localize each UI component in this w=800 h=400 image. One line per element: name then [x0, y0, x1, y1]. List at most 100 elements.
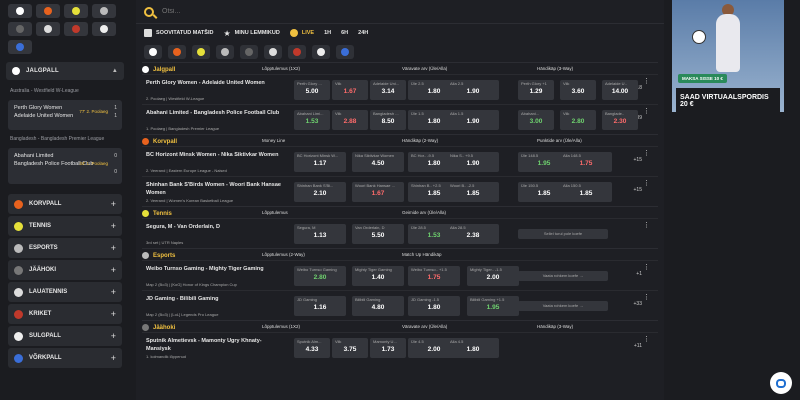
more-options-icon[interactable]: ⋮: [643, 77, 650, 85]
odds-button[interactable]: Alla 148.5 1.75: [560, 152, 612, 172]
odds-button[interactable]: Bilibili Gaming 4.80: [352, 296, 404, 316]
sidebar-item-hockey[interactable]: JÄÄHOKI +: [8, 260, 122, 280]
market-hint[interactable]: Sellel turul pole koefe: [518, 229, 608, 239]
market-hint[interactable]: Vaata rohkem koefe →: [518, 271, 608, 281]
odds-button[interactable]: Nika Siktivkar Women 4.50: [352, 152, 404, 172]
odds-button[interactable]: JD Gaming 1.16: [294, 296, 346, 316]
odds-button[interactable]: Segura, M 1.13: [294, 224, 346, 244]
event-row[interactable]: Weibo Turnso Gaming - Mighty Tiger Gamin…: [142, 260, 658, 290]
more-markets-count[interactable]: +33: [634, 301, 642, 307]
odds-button[interactable]: JD Gaming -1.5 1.80: [408, 296, 460, 316]
volleyball-icon[interactable]: [8, 40, 32, 54]
search-input[interactable]: [162, 8, 362, 15]
more-options-icon[interactable]: ⋮: [643, 149, 650, 157]
tennis-icon[interactable]: [64, 4, 88, 18]
more-markets-count[interactable]: +15: [634, 187, 642, 193]
odds-button[interactable]: Viik 3.60: [560, 80, 596, 100]
odds-button[interactable]: Alla 28.5 2.38: [447, 224, 499, 244]
odds-button[interactable]: Viik 2.80: [560, 110, 596, 130]
odds-button[interactable]: Woori B.. -2.5 1.85: [447, 182, 499, 202]
odds-button[interactable]: Sputnik Alm... 4.33: [294, 338, 330, 358]
odds-button[interactable]: BC Horizont Minsk W... 1.17: [294, 152, 346, 172]
odds-button[interactable]: Bangladesh ... 8.50: [370, 110, 406, 130]
event-title[interactable]: Perth Glory Women - Adelaide United Wome…: [146, 79, 286, 87]
more-markets-count[interactable]: +1: [636, 271, 642, 277]
tab-badminton[interactable]: [312, 45, 330, 59]
tab-cricket[interactable]: [288, 45, 306, 59]
market-hint[interactable]: Vaata rohkem koefe →: [518, 301, 608, 311]
odds-button[interactable]: Mighty Tiger.. -1.5 2.00: [467, 266, 519, 286]
section-header-tennis[interactable]: Tennis Lõpptulemus Geimide arv (Üle/Alla): [142, 206, 658, 218]
football-icon[interactable]: [8, 4, 32, 18]
filter-1h[interactable]: 1H: [324, 30, 331, 36]
sidebar-item-volleyball[interactable]: VÕRKPALL +: [8, 348, 122, 368]
more-markets-count[interactable]: +15: [634, 157, 642, 163]
table-tennis-icon[interactable]: [36, 22, 60, 36]
filter-6h[interactable]: 6H: [341, 30, 348, 36]
odds-button[interactable]: Viik 1.67: [332, 80, 368, 100]
event-row[interactable]: Shinhan Bank S'Birds Women - Woori Bank …: [142, 176, 658, 206]
odds-button[interactable]: Bilibili Gaming +1.5 1.95: [467, 296, 519, 316]
odds-button[interactable]: Nika S.. +9.5 1.90: [447, 152, 499, 172]
section-header-esports[interactable]: Esports Lõpptulemus (2-Way) Match Up Händi…: [142, 248, 658, 260]
more-options-icon[interactable]: ⋮: [643, 179, 650, 187]
event-row[interactable]: Sputnik Almetievsk - Mamonty Ugry Khnaty…: [142, 332, 658, 362]
section-header-basket[interactable]: Korvpall Money Line Händikäp (2-Way) Punkti…: [142, 134, 658, 146]
odds-button[interactable]: Adelaide Uni... 3.14: [370, 80, 406, 100]
basketball-icon[interactable]: [36, 4, 60, 18]
more-options-icon[interactable]: ⋮: [643, 221, 650, 229]
odds-button[interactable]: Perth Glory +1 1.29: [518, 80, 554, 100]
event-title[interactable]: JD Gaming - Bilibili Gaming: [146, 295, 286, 303]
filter-recommended[interactable]: SOOVITATUD MATŠID: [144, 29, 213, 37]
odds-button[interactable]: Viik 2.88: [332, 110, 368, 130]
odds-button[interactable]: Mighty Tiger Gaming 1.40: [352, 266, 404, 286]
tab-table-tennis[interactable]: [264, 45, 282, 59]
event-title[interactable]: Sputnik Almetievsk - Mamonty Ugry Khnaty…: [146, 337, 286, 353]
event-title[interactable]: Weibo Turnso Gaming - Mighty Tiger Gamin…: [146, 265, 286, 273]
tab-football[interactable]: [144, 45, 162, 59]
sidebar-item-tennis[interactable]: TENNIS +: [8, 216, 122, 236]
sidebar-item-badminton[interactable]: SULGPALL +: [8, 326, 122, 346]
event-title[interactable]: Shinhan Bank S'Birds Women - Woori Bank …: [146, 181, 286, 197]
more-options-icon[interactable]: ⋮: [643, 335, 650, 343]
event-row[interactable]: Segura, M - Van Orderlain, D 3rd set | U…: [142, 218, 658, 248]
tab-hockey[interactable]: [240, 45, 258, 59]
tab-basketball[interactable]: [168, 45, 186, 59]
odds-button[interactable]: Perth Glory ... 5.00: [294, 80, 330, 100]
odds-button[interactable]: Van Orderlain, D 5.50: [352, 224, 404, 244]
sidebar-item-cricket[interactable]: KRIKET +: [8, 304, 122, 324]
more-options-icon[interactable]: ⋮: [643, 107, 650, 115]
sidebar-match-card[interactable]: Abahani Limited Bangladesh Police Footba…: [8, 148, 122, 184]
odds-button[interactable]: Adelaide U.. 14.00: [602, 80, 638, 100]
odds-button[interactable]: Alla 2.5 1.90: [447, 80, 499, 100]
odds-button[interactable]: Shinhan Bank S'Bi... 2.10: [294, 182, 346, 202]
odds-button[interactable]: Weibo Turnso.. +1.5 1.75: [408, 266, 460, 286]
more-markets-count[interactable]: +11: [634, 343, 642, 349]
section-header-hockey[interactable]: Jäähoki Lõpptulemus (1X2) Väravate arv (Ül…: [142, 320, 658, 332]
more-options-icon[interactable]: ⋮: [643, 263, 650, 271]
more-options-icon[interactable]: ⋮: [643, 293, 650, 301]
tab-volleyball[interactable]: [336, 45, 354, 59]
event-row[interactable]: Perth Glory Women - Adelaide United Wome…: [142, 74, 658, 104]
sidebar-football-header[interactable]: JALGPALL ▲: [6, 62, 124, 80]
odds-button[interactable]: Abahani... 3.00: [518, 110, 554, 130]
odds-button[interactable]: Alla 4.5 1.80: [447, 338, 499, 358]
hockey-icon[interactable]: [8, 22, 32, 36]
odds-button[interactable]: Weibo Turnso Gaming 2.80: [294, 266, 346, 286]
chat-button[interactable]: [770, 372, 792, 394]
odds-button[interactable]: Alla 1.5 1.90: [447, 110, 499, 130]
tab-tennis[interactable]: [192, 45, 210, 59]
cricket-icon[interactable]: [64, 22, 88, 36]
odds-button[interactable]: Banglade.. 2.30: [602, 110, 638, 130]
section-header-football[interactable]: Jalgpall Lõpptulemus (1X2) Väravate arv (Ü…: [142, 62, 658, 74]
filter-favorites[interactable]: ★ MINU LEMMIKUD: [223, 29, 279, 38]
sidebar-match-card[interactable]: Perth Glory Women Adelaide United Women …: [8, 100, 122, 130]
sidebar-item-basketball[interactable]: KORVPALL +: [8, 194, 122, 214]
sidebar-item-table-tennis[interactable]: LAUATENNIS +: [8, 282, 122, 302]
odds-button[interactable]: Woori Bank Hansae ... 1.67: [352, 182, 404, 202]
badminton-icon[interactable]: [92, 22, 116, 36]
event-row[interactable]: JD Gaming - Bilibili Gaming Map 2 (Bo3) …: [142, 290, 658, 320]
event-title[interactable]: Abahani Limited - Bangladesh Police Foot…: [146, 109, 286, 117]
event-row[interactable]: Abahani Limited - Bangladesh Police Foot…: [142, 104, 658, 134]
event-title[interactable]: Segura, M - Van Orderlain, D: [146, 223, 286, 231]
